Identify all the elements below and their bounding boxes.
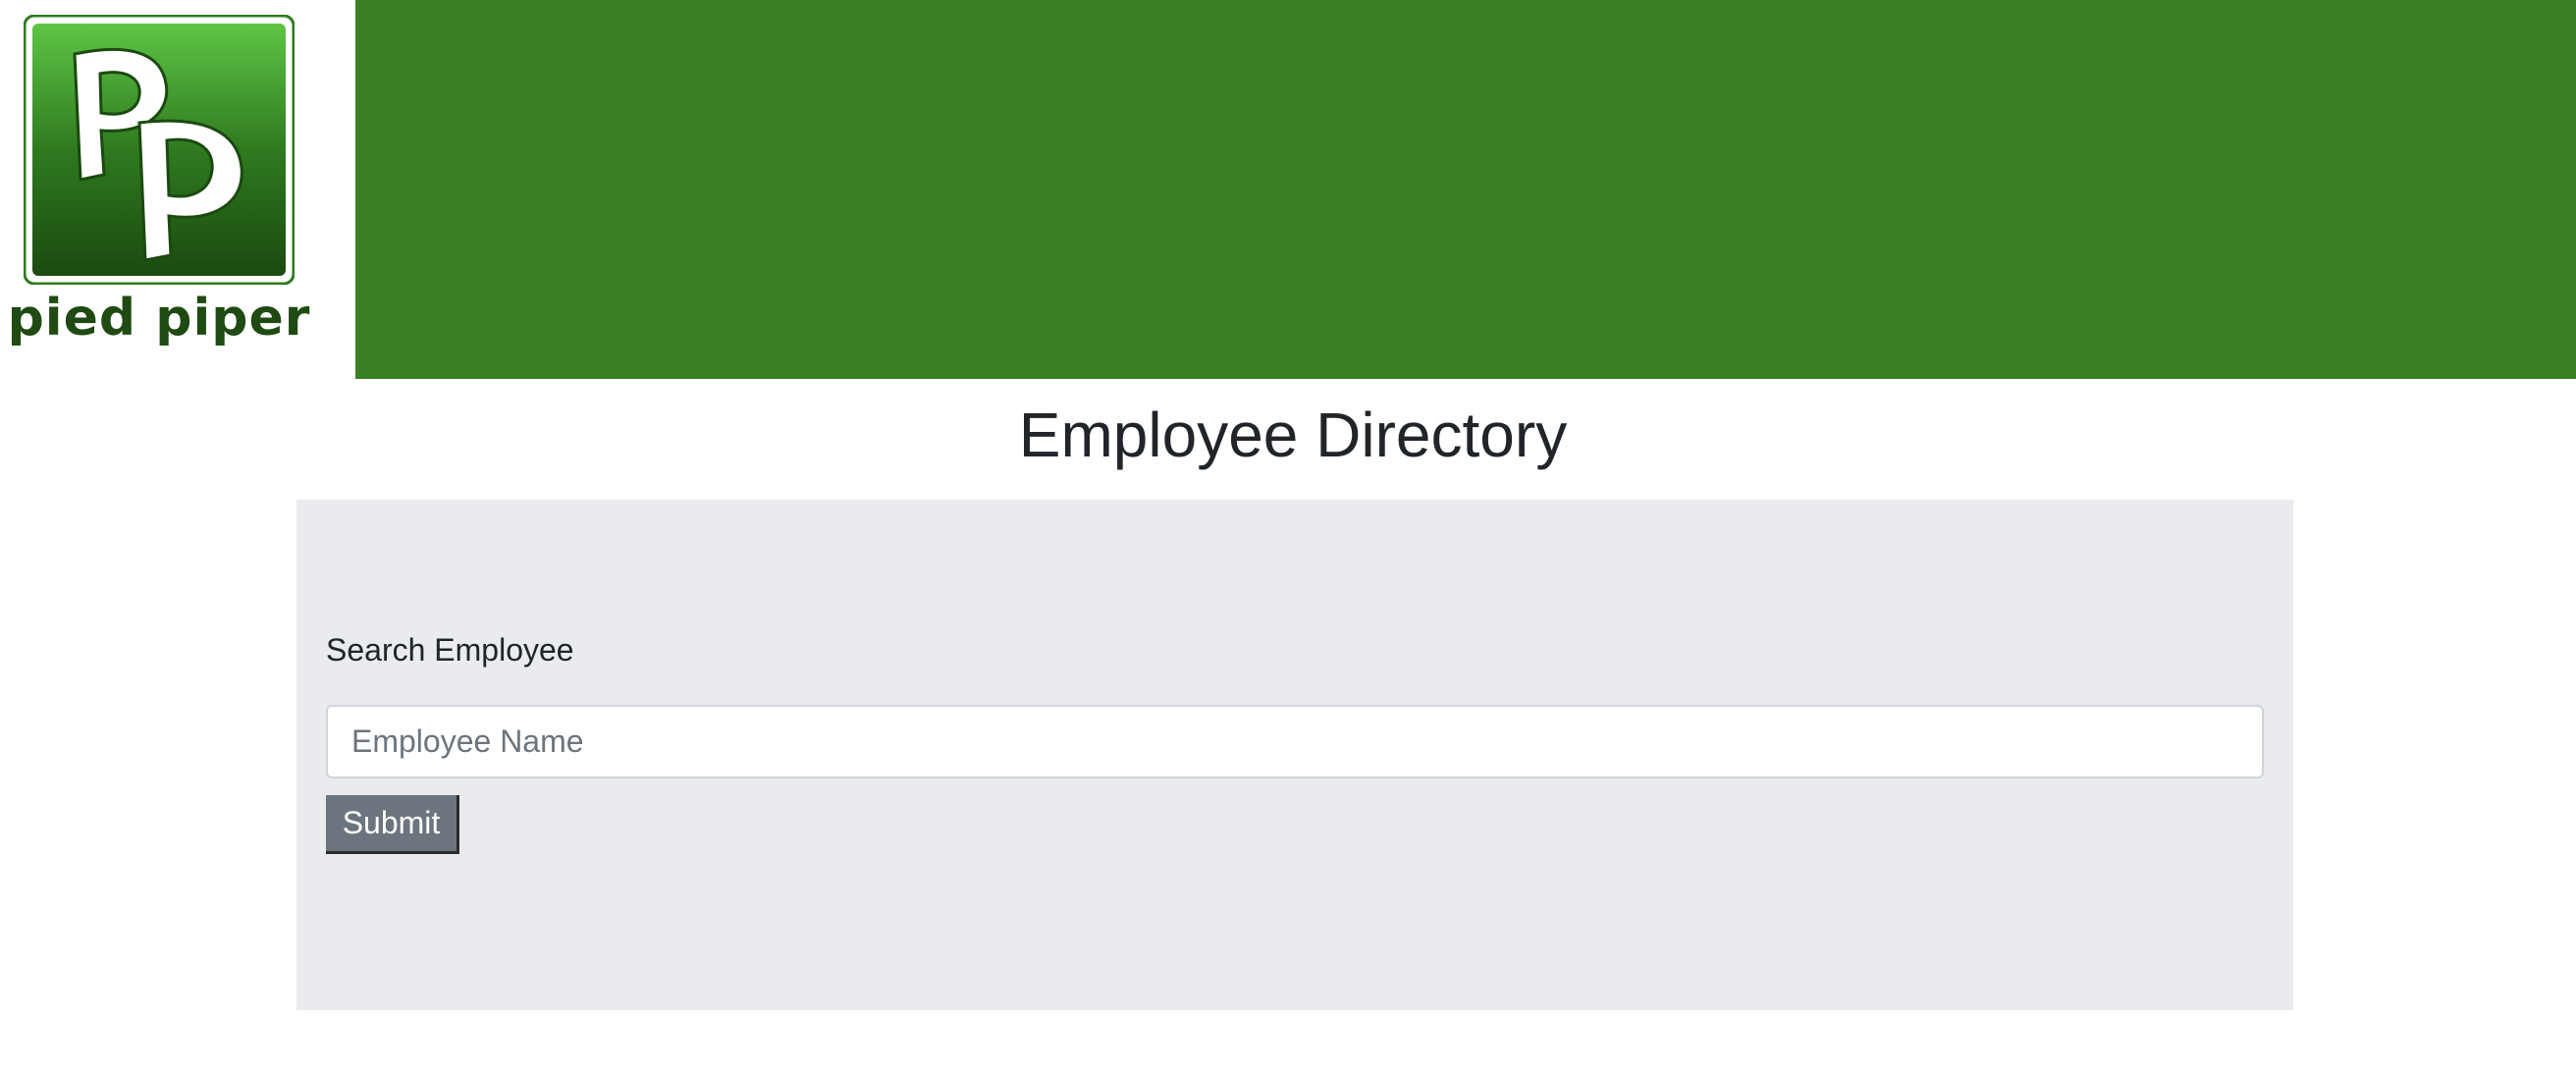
search-panel: Search Employee Submit (296, 500, 2293, 1010)
header-banner (355, 0, 2576, 379)
page-title: Employee Directory (1018, 400, 1568, 470)
employee-name-input[interactable] (326, 705, 2264, 778)
site-header: pied piper (0, 0, 2576, 379)
logo[interactable]: pied piper (0, 0, 355, 379)
pied-piper-logo-icon (24, 15, 295, 285)
search-label: Search Employee (326, 632, 574, 668)
logo-wordmark: pied piper (7, 289, 311, 348)
submit-button[interactable]: Submit (326, 795, 459, 854)
